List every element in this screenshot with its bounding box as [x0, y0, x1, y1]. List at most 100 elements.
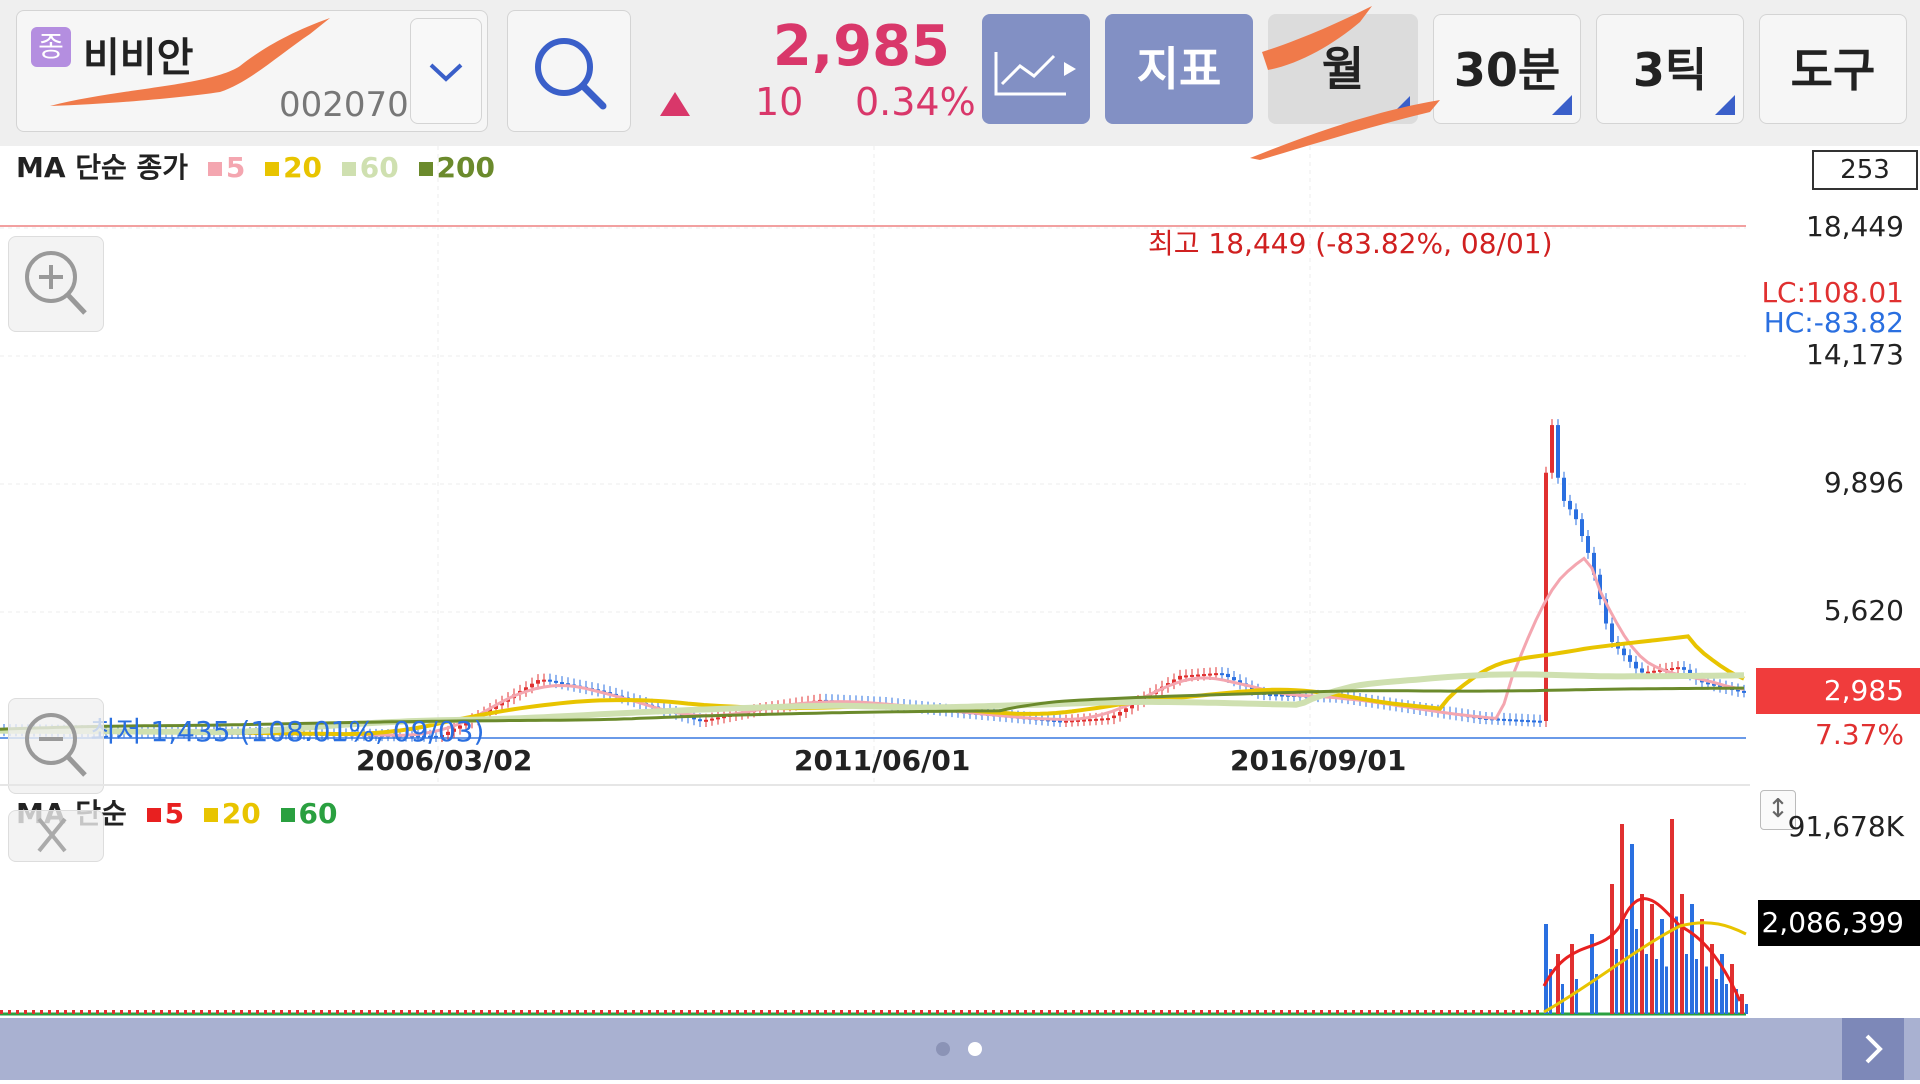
volume-bar	[240, 1010, 243, 1014]
volume-bar	[1272, 1010, 1275, 1014]
volume-bar	[1112, 1010, 1115, 1014]
volume-bar	[1416, 1010, 1419, 1014]
volume-bar	[1480, 1010, 1483, 1014]
volume-bar	[288, 1010, 291, 1014]
stock-dropdown-button[interactable]	[410, 18, 482, 124]
volume-bar	[176, 1010, 179, 1014]
candle-body	[1652, 670, 1656, 673]
volume-bar	[872, 1010, 875, 1014]
volume-bar	[504, 1010, 507, 1014]
next-page-button[interactable]	[1842, 1018, 1904, 1080]
volume-bar	[1615, 949, 1618, 1014]
candle-body	[1682, 667, 1686, 670]
volume-bar	[560, 1010, 563, 1014]
search-button[interactable]	[507, 10, 631, 132]
volume-bar	[416, 1010, 419, 1014]
candle-body	[530, 683, 534, 688]
zoom-in-button[interactable]	[8, 236, 104, 332]
volume-bar	[1464, 1010, 1467, 1014]
volume-bar	[768, 1010, 771, 1014]
chart-type-button[interactable]	[982, 14, 1090, 124]
candle-body	[1556, 425, 1560, 478]
candle-body	[542, 679, 546, 682]
volume-bar	[392, 1010, 395, 1014]
volume-bar	[256, 1010, 259, 1014]
period-month-button[interactable]: 월	[1268, 14, 1418, 124]
volume-bar	[1352, 1010, 1355, 1014]
corner-indicator-icon	[1552, 95, 1572, 115]
volume-bar	[368, 1010, 371, 1014]
volume-bar	[776, 1010, 779, 1014]
volume-bar	[352, 1010, 355, 1014]
volume-bar	[1200, 1010, 1203, 1014]
volume-bar	[16, 1010, 19, 1014]
period-30min-button[interactable]: 30분	[1433, 14, 1581, 124]
volume-bar	[1056, 1010, 1059, 1014]
volume-bar	[1496, 1010, 1499, 1014]
volume-bar	[1528, 1010, 1531, 1014]
volume-bar	[720, 1010, 723, 1014]
volume-bar	[296, 1010, 299, 1014]
volume-bar	[1184, 1010, 1187, 1014]
volume-bar	[136, 1010, 139, 1014]
volume-bar	[48, 1010, 51, 1014]
volume-bar	[184, 1010, 187, 1014]
volume-bar	[248, 1010, 251, 1014]
volume-bar	[1680, 894, 1684, 1014]
volume-bar	[24, 1010, 27, 1014]
page-dot-active[interactable]	[968, 1042, 982, 1056]
volume-bar	[568, 1010, 571, 1014]
volume-bar	[1280, 1010, 1283, 1014]
volume-bar	[760, 1010, 763, 1014]
candle-body	[1508, 719, 1512, 722]
volume-bar	[1208, 1010, 1211, 1014]
candle-body	[1520, 719, 1524, 722]
volume-bar	[992, 1010, 995, 1014]
volume-bar	[1725, 984, 1728, 1014]
volume-bar	[192, 1010, 195, 1014]
volume-bar	[1288, 1010, 1291, 1014]
volume-bar	[488, 1010, 491, 1014]
volume-bar	[320, 1010, 323, 1014]
candle-body	[1640, 668, 1644, 673]
volume-chart-canvas[interactable]	[0, 786, 1750, 1018]
period-3tick-button[interactable]: 3틱	[1596, 14, 1744, 124]
volume-bar	[936, 1010, 939, 1014]
volume-bar	[80, 1010, 83, 1014]
stock-name: 비비안	[83, 35, 194, 81]
page-dot[interactable]	[936, 1042, 950, 1056]
volume-bar	[1016, 1010, 1019, 1014]
volume-bar	[1120, 1010, 1123, 1014]
volume-bar	[448, 1010, 451, 1014]
volume-bar	[1256, 1010, 1259, 1014]
volume-bar	[688, 1010, 691, 1014]
visible-count-box[interactable]: 253	[1812, 150, 1918, 190]
candle-body	[1100, 718, 1104, 721]
volume-bar	[792, 1010, 795, 1014]
volume-bar	[472, 1010, 475, 1014]
volume-bar	[1360, 1010, 1363, 1014]
volume-bar	[576, 1010, 579, 1014]
volume-bar	[520, 1010, 523, 1014]
volume-bar	[1336, 1010, 1339, 1014]
tools-button[interactable]: 도구	[1759, 14, 1907, 124]
volume-bar	[1448, 1010, 1451, 1014]
current-price-marker: 2,985	[1756, 668, 1920, 714]
candle-body	[1622, 648, 1626, 656]
period-month-label: 월	[1321, 42, 1365, 96]
volume-bar	[1440, 1010, 1443, 1014]
volume-bar	[440, 1010, 443, 1014]
zoom-in-icon	[25, 251, 87, 315]
volume-bar	[1096, 1010, 1099, 1014]
volume-bar	[1456, 1010, 1459, 1014]
candle-body	[1550, 425, 1554, 473]
volume-bar	[1320, 1010, 1323, 1014]
volume-bar	[800, 1010, 803, 1014]
indicator-button[interactable]: 지표	[1105, 14, 1253, 124]
hc-label: HC:-83.82	[1763, 306, 1904, 339]
volume-bar	[1650, 904, 1654, 1014]
zoom-out-button[interactable]	[8, 698, 104, 794]
volume-bar	[736, 1010, 739, 1014]
volume-bar	[1745, 1004, 1748, 1014]
volume-bar	[880, 1010, 883, 1014]
